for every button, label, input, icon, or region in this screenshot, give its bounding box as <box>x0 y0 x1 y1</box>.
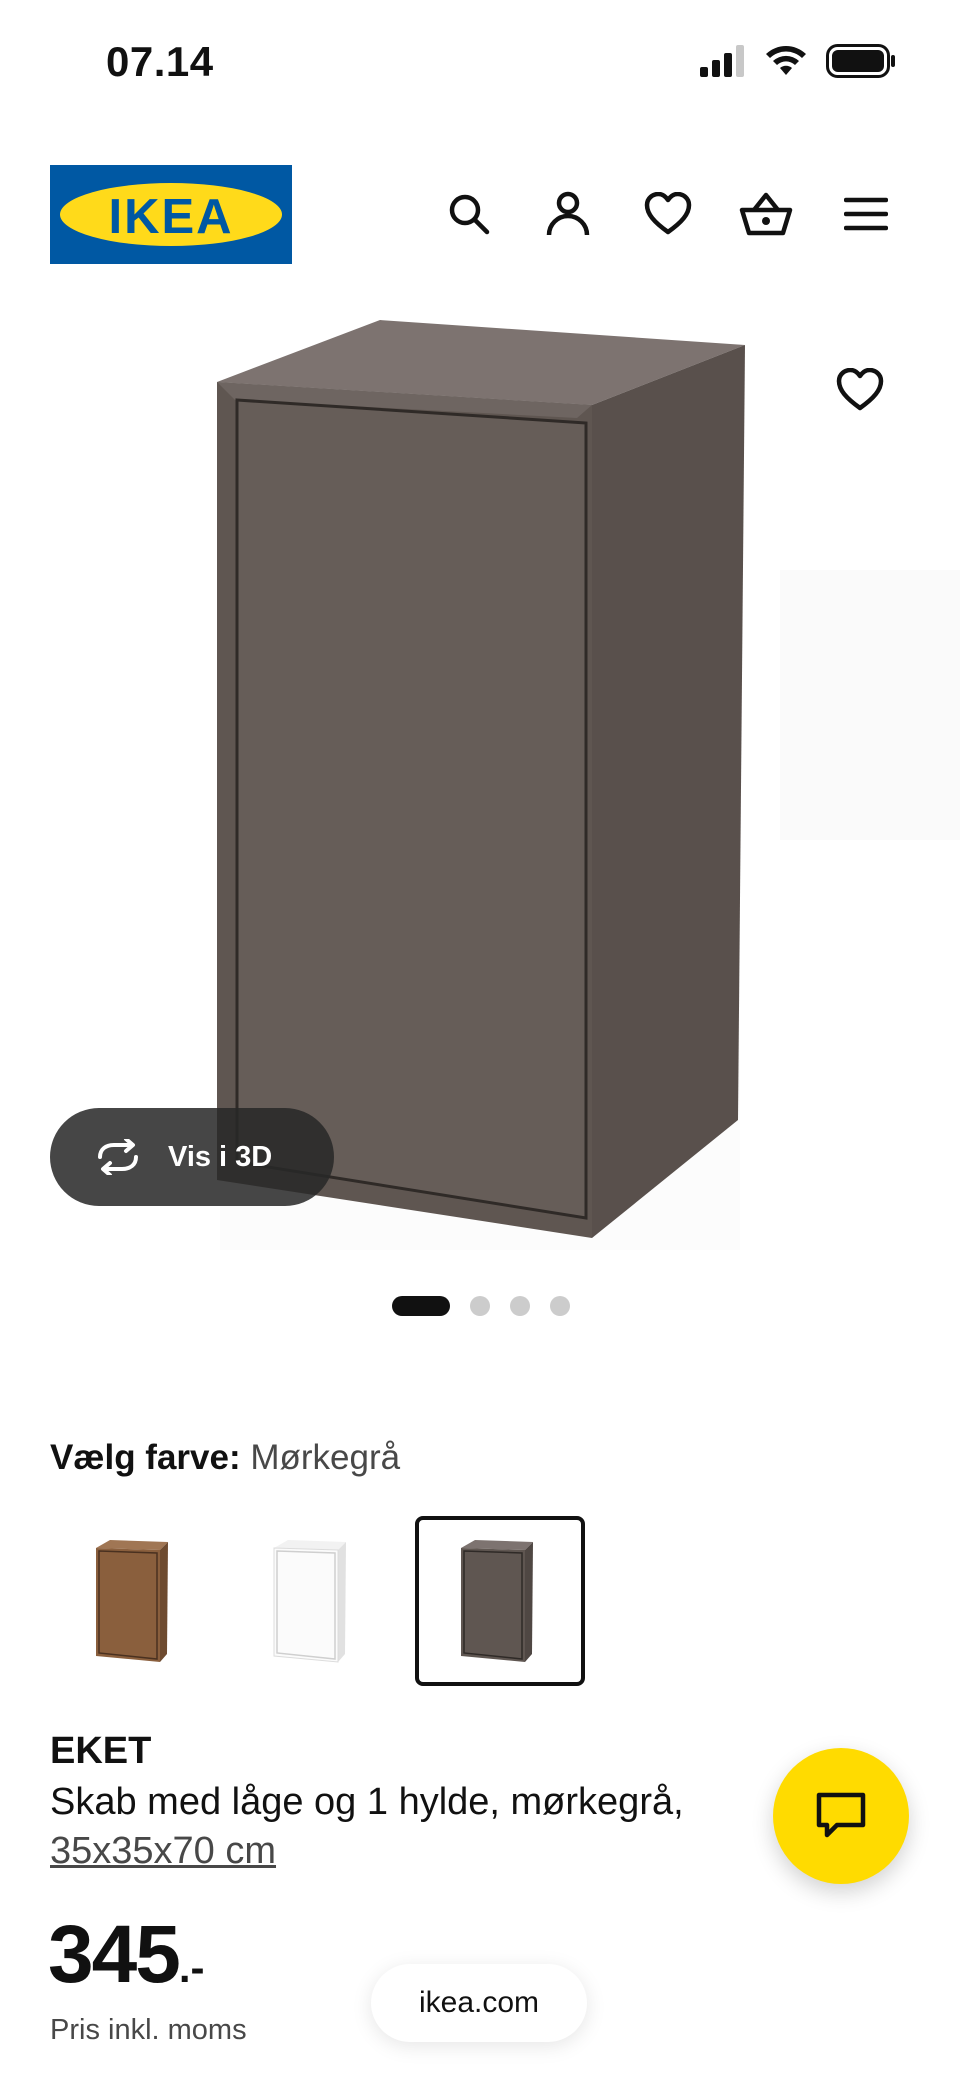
product-price: 345.- <box>48 1908 204 2002</box>
cabinet-thumbnail <box>273 1540 346 1663</box>
account-button[interactable] <box>540 186 596 242</box>
basket-button[interactable] <box>738 186 794 242</box>
search-button[interactable] <box>441 186 497 242</box>
search-icon <box>449 194 490 235</box>
ikea-logo[interactable]: IKEA <box>50 165 292 264</box>
save-product-button[interactable] <box>836 367 892 424</box>
heart-icon <box>644 192 692 235</box>
menu-icon <box>844 197 888 231</box>
favourites-button[interactable] <box>640 186 696 242</box>
color-chooser-label: Vælg farve: Mørkegrå <box>50 1438 400 1478</box>
battery-icon <box>826 44 895 78</box>
basket-icon <box>739 192 793 236</box>
product-description: Skab med låge og 1 hylde, mørkegrå, 35x3… <box>50 1778 750 1876</box>
cellular-signal-icon <box>700 45 744 77</box>
user-icon <box>546 191 590 236</box>
view-in-3d-button[interactable]: Vis i 3D <box>50 1108 334 1206</box>
price-suffix: .- <box>178 1944 205 1991</box>
carousel-dot[interactable] <box>550 1296 570 1316</box>
color-swatch-walnut[interactable] <box>50 1516 220 1686</box>
chat-button[interactable] <box>773 1748 909 1884</box>
rotate-3d-icon <box>98 1139 138 1175</box>
product-size-link[interactable]: 35x35x70 cm <box>50 1830 276 1872</box>
browser-url-pill[interactable]: ikea.com <box>371 1964 587 2042</box>
heart-icon <box>836 367 884 411</box>
menu-button[interactable] <box>838 186 894 242</box>
cabinet-thumbnail <box>96 1540 168 1662</box>
logo-text: IKEA <box>108 190 234 244</box>
carousel-dot[interactable] <box>510 1296 530 1316</box>
carousel-dot[interactable] <box>470 1296 490 1316</box>
status-time: 07.14 <box>106 38 214 85</box>
view-3d-label: Vis i 3D <box>168 1140 273 1173</box>
chat-bubble-icon <box>816 1792 866 1838</box>
carousel-indicator <box>392 1296 570 1316</box>
price-note: Pris inkl. moms <box>50 2014 247 2046</box>
color-swatch-dark-grey[interactable] <box>415 1516 585 1686</box>
cabinet-thumbnail <box>461 1540 533 1662</box>
wifi-icon <box>766 46 806 75</box>
carousel-dot[interactable] <box>392 1296 450 1316</box>
price-value: 345 <box>48 1909 181 2000</box>
product-description-text: Skab med låge og 1 hylde, mørkegrå, <box>50 1781 684 1823</box>
product-name: EKET <box>50 1730 152 1772</box>
selected-color-value: Mørkegrå <box>250 1438 401 1477</box>
status-icons <box>700 44 896 78</box>
color-label-text: Vælg farve: <box>50 1438 241 1477</box>
color-swatch-white[interactable] <box>228 1516 398 1686</box>
